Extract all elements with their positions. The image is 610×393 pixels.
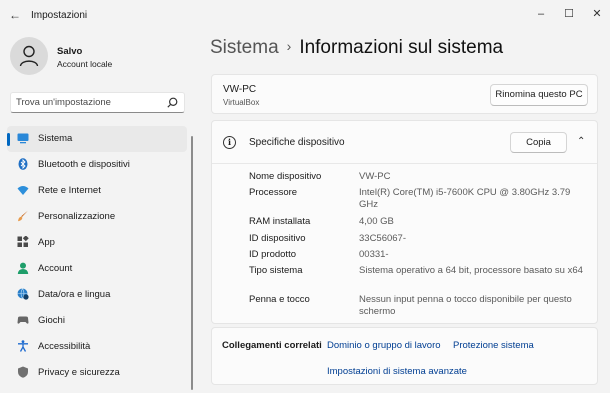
spec-value: Intel(R) Core(TM) i5-7600K CPU @ 3.80GHz…: [359, 187, 571, 210]
title-bar: ← Impostazioni – ☐ ✕: [0, 0, 610, 30]
search-box[interactable]: [10, 92, 185, 113]
user-name: Salvo: [57, 46, 83, 57]
breadcrumb-parent[interactable]: Sistema: [210, 37, 279, 58]
sidebar-item-bluetooth[interactable]: Bluetooth e dispositivi: [7, 152, 187, 178]
sidebar-item-privacy[interactable]: Privacy e sicurezza: [7, 360, 187, 386]
active-indicator: [7, 133, 10, 146]
sidebar-item-label: Bluetooth e dispositivi: [38, 159, 130, 170]
sidebar-item-label: Sistema: [38, 133, 73, 144]
system-protection-link[interactable]: Protezione sistema: [453, 340, 534, 351]
sidebar-item-label: Personalizzazione: [38, 211, 116, 222]
system-icon: [17, 133, 29, 144]
avatar: [10, 37, 48, 75]
sidebar-scrollbar[interactable]: [191, 136, 193, 390]
breadcrumb-separator-icon: ›: [286, 38, 292, 54]
advanced-system-settings-link[interactable]: Impostazioni di sistema avanzate: [327, 366, 467, 377]
sidebar-item-time-language[interactable]: Data/ora e lingua: [7, 282, 187, 308]
spec-key: ID dispositivo: [249, 233, 306, 244]
spec-key: RAM installata: [249, 216, 311, 227]
sidebar-nav: Sistema Bluetooth e dispositivi Rete e I…: [7, 126, 187, 386]
spec-key: Processore: [249, 187, 298, 198]
spec-value: 00331-: [359, 249, 389, 260]
device-card: VW-PC VirtualBox Rinomina questo PC: [211, 74, 598, 114]
spec-value: Sistema operativo a 64 bit, processore b…: [359, 265, 583, 276]
related-links-card: Collegamenti correlati Dominio o gruppo …: [211, 327, 598, 385]
sidebar-item-label: Account: [38, 263, 73, 274]
specs-title: Specifiche dispositivo: [249, 137, 345, 148]
globe-clock-icon: [17, 288, 29, 300]
device-model: VirtualBox: [223, 98, 260, 107]
sidebar-item-account[interactable]: Account: [7, 256, 187, 282]
sidebar-item-personalization[interactable]: Personalizzazione: [7, 204, 187, 230]
wifi-icon: [17, 186, 29, 195]
spec-key: Penna e tocco: [249, 294, 310, 305]
user-icon: [19, 45, 39, 67]
domain-workgroup-link[interactable]: Dominio o gruppo di lavoro: [327, 340, 441, 351]
sidebar-item-label: Data/ora e lingua: [38, 289, 111, 300]
spec-key: Tipo sistema: [249, 265, 303, 276]
close-icon[interactable]: ✕: [574, 3, 610, 25]
search-icon[interactable]: [167, 97, 178, 108]
back-arrow-icon[interactable]: ←: [8, 8, 22, 22]
spec-value: VW-PC: [359, 171, 391, 182]
spec-value: Nessun input penna o tocco disponibile p…: [359, 294, 572, 317]
sidebar-item-gaming[interactable]: Giochi: [7, 308, 187, 334]
search-input[interactable]: [16, 95, 166, 110]
brush-icon: [18, 210, 28, 222]
device-specs-card: i Specifiche dispositivo Copia ⌃ Nome di…: [211, 120, 598, 324]
account-icon: [17, 262, 29, 274]
spec-value: 33C56067-: [359, 233, 407, 244]
gamepad-icon: [17, 316, 29, 324]
rename-pc-button[interactable]: Rinomina questo PC: [490, 84, 588, 106]
page-title: Informazioni sul sistema: [299, 37, 504, 58]
specs-header[interactable]: i Specifiche dispositivo Copia ⌃: [212, 121, 597, 164]
shield-icon: [18, 366, 28, 378]
sidebar-item-accessibility[interactable]: Accessibilità: [7, 334, 187, 360]
sidebar-item-network[interactable]: Rete e Internet: [7, 178, 187, 204]
app-title: Impostazioni: [31, 10, 88, 21]
sidebar-item-sistema[interactable]: Sistema: [7, 126, 187, 152]
sidebar-item-label: Privacy e sicurezza: [38, 367, 120, 378]
chevron-up-icon[interactable]: ⌃: [577, 136, 585, 147]
spec-value: 4,00 GB: [359, 216, 394, 227]
account-type: Account locale: [57, 59, 113, 69]
apps-icon: [17, 236, 29, 247]
breadcrumb: Sistema › Informazioni sul sistema: [210, 37, 503, 59]
sidebar-item-label: Accessibilità: [38, 341, 91, 352]
bluetooth-icon: [18, 158, 28, 170]
sidebar-item-label: Rete e Internet: [38, 185, 101, 196]
info-icon: i: [223, 136, 236, 149]
sidebar-item-label: App: [38, 237, 55, 248]
sidebar-item-label: Giochi: [38, 315, 65, 326]
related-links-title: Collegamenti correlati: [222, 340, 322, 351]
sidebar-item-apps[interactable]: App: [7, 230, 187, 256]
device-name: VW-PC: [223, 84, 257, 95]
copy-button[interactable]: Copia: [510, 132, 567, 153]
spec-key: Nome dispositivo: [249, 171, 322, 182]
spec-key: ID prodotto: [249, 249, 296, 260]
accessibility-icon: [18, 340, 28, 352]
